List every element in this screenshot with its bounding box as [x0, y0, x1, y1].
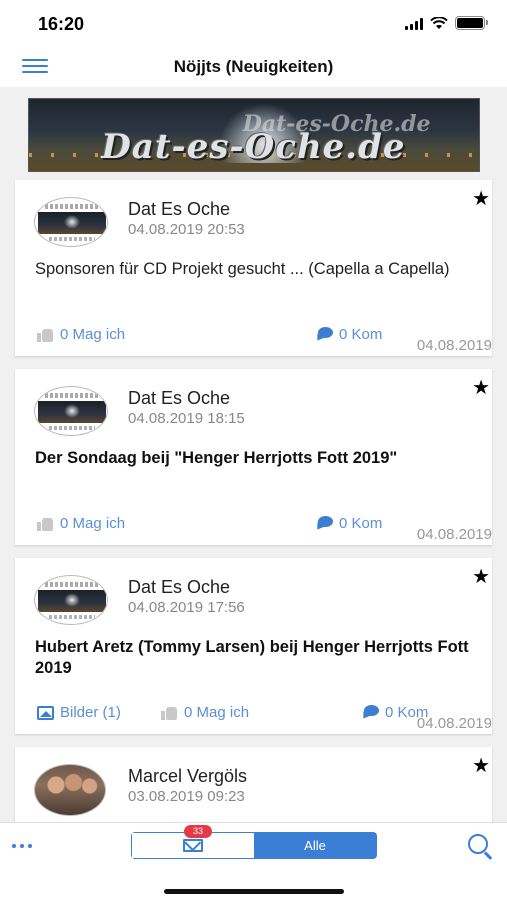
status-bar: 16:20 — [0, 0, 507, 48]
post-date: 04.08.2019 — [416, 526, 492, 543]
image-icon — [37, 705, 54, 720]
bottom-toolbar: 33 Alle — [0, 822, 507, 900]
post-datetime: 04.08.2019 20:53 — [128, 221, 245, 238]
battery-icon — [455, 16, 488, 30]
status-icons — [405, 16, 488, 30]
banner-area: Dat-es-Oche.de Dat-es-Oche.de — [0, 88, 507, 180]
post-datetime: 03.08.2019 09:23 — [128, 788, 245, 805]
thumbs-up-icon — [161, 706, 178, 720]
post-text: Sponsoren für CD Projekt gesucht ... (Ca… — [35, 260, 450, 278]
like-label: 0 Mag ich — [60, 326, 126, 343]
post-author: Dat Es Oche — [128, 577, 231, 597]
like-label: 0 Mag ich — [60, 515, 126, 532]
comment-label: 0 Kom — [339, 515, 383, 532]
star-icon[interactable]: ★ — [472, 186, 490, 211]
post-card[interactable]: ★ Dat Es Oche 04.08.2019 18:15 Der Sonda… — [15, 369, 492, 545]
thumbs-up-icon — [37, 517, 54, 531]
post-text: Hubert Aretz (Tommy Larsen) beij Henger … — [35, 638, 469, 677]
avatar — [34, 197, 108, 247]
post-date: 04.08.2019 — [416, 337, 492, 354]
news-feed: ★ Dat Es Oche 04.08.2019 20:53 Sponsoren… — [0, 180, 507, 827]
unread-badge: 33 — [184, 825, 212, 838]
like-button[interactable]: 0 Mag ich — [161, 704, 249, 721]
mail-icon — [183, 839, 203, 852]
wifi-icon — [430, 16, 448, 29]
comment-icon — [315, 327, 333, 342]
star-icon[interactable]: ★ — [472, 375, 490, 400]
banner-logo-text: Dat-es-Oche.de — [101, 127, 406, 167]
like-button[interactable]: 0 Mag ich — [37, 515, 125, 532]
post-card[interactable]: ★ Dat Es Oche 04.08.2019 17:56 Hubert Ar… — [15, 558, 492, 734]
comment-label: 0 Kom — [339, 326, 383, 343]
avatar — [34, 575, 108, 625]
post-card[interactable]: ★ Dat Es Oche 04.08.2019 20:53 Sponsoren… — [15, 180, 492, 356]
star-icon[interactable]: ★ — [472, 564, 490, 589]
comment-icon — [315, 516, 333, 531]
filter-segmented-control: 33 Alle — [131, 825, 377, 859]
post-card[interactable]: ★ Marcel Vergöls 03.08.2019 09:23 — [15, 747, 492, 827]
signal-icon — [405, 17, 423, 30]
home-indicator — [164, 889, 344, 894]
comment-icon — [361, 705, 379, 720]
banner-image: Dat-es-Oche.de Dat-es-Oche.de — [27, 98, 480, 172]
status-time: 16:20 — [38, 14, 85, 34]
images-button[interactable]: Bilder (1) — [37, 704, 121, 721]
post-date: 04.08.2019 — [416, 715, 492, 732]
comment-button[interactable]: 0 Kom — [315, 515, 382, 532]
post-datetime: 04.08.2019 17:56 — [128, 599, 245, 616]
page-title: Nöjjts (Neuigkeiten) — [173, 57, 334, 76]
search-icon[interactable] — [467, 833, 494, 860]
more-options-icon[interactable] — [12, 844, 32, 848]
all-segment[interactable]: Alle — [254, 833, 376, 858]
images-label: Bilder (1) — [60, 704, 121, 721]
like-label: 0 Mag ich — [184, 704, 250, 721]
thumbs-up-icon — [37, 328, 54, 342]
like-button[interactable]: 0 Mag ich — [37, 326, 125, 343]
post-text: Der Sondaag beij "Henger Herrjotts Fott … — [35, 449, 398, 467]
app-header: Nöjjts (Neuigkeiten) — [0, 48, 507, 88]
inbox-segment[interactable]: 33 — [132, 825, 254, 858]
post-datetime: 04.08.2019 18:15 — [128, 410, 245, 427]
avatar — [34, 386, 108, 436]
star-icon[interactable]: ★ — [472, 753, 490, 778]
comment-button[interactable]: 0 Kom — [315, 326, 382, 343]
post-author: Dat Es Oche — [128, 388, 231, 408]
post-author: Marcel Vergöls — [128, 766, 248, 786]
avatar — [34, 764, 106, 816]
post-author: Dat Es Oche — [128, 199, 231, 219]
